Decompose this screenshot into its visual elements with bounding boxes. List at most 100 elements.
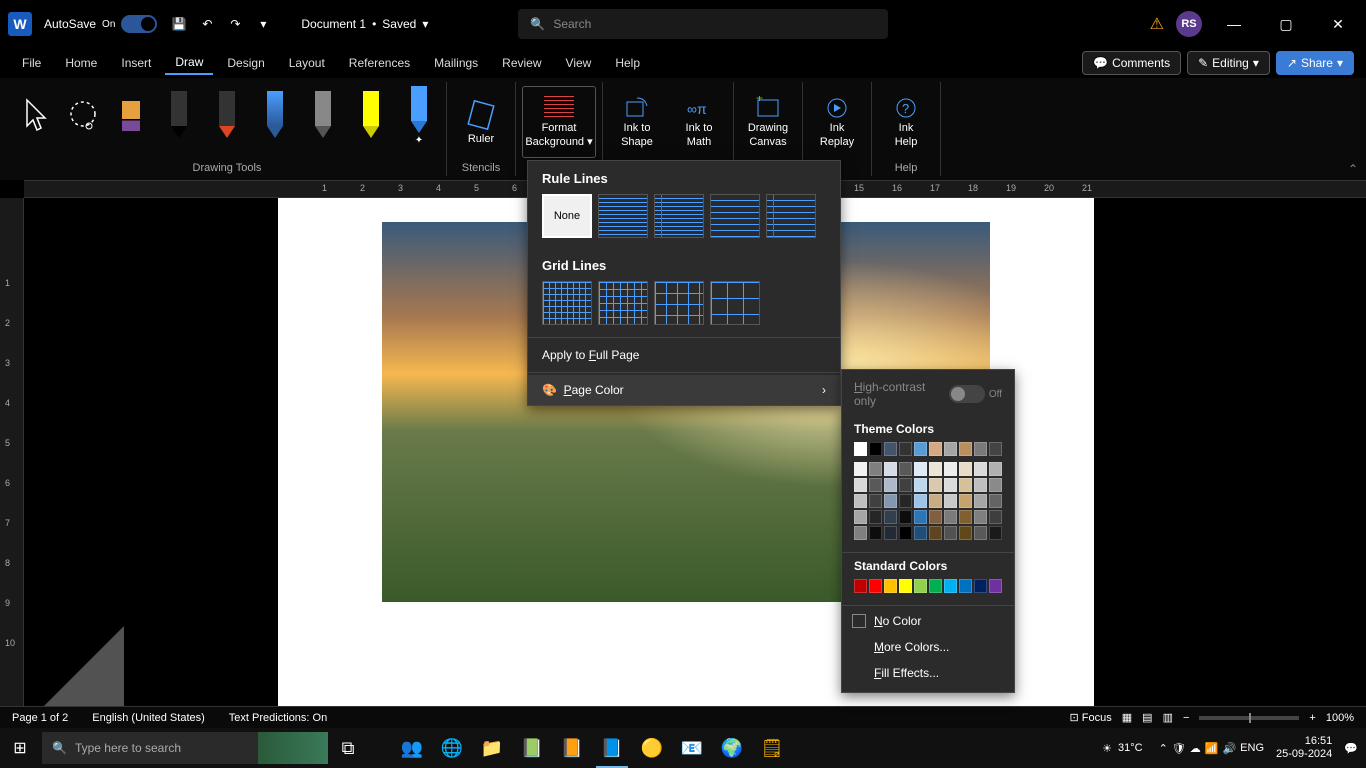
tab-file[interactable]: File [12, 52, 51, 74]
maximize-button[interactable]: ▢ [1266, 9, 1306, 39]
tab-home[interactable]: Home [55, 52, 107, 74]
theme-shade-swatch[interactable] [914, 462, 927, 476]
tab-design[interactable]: Design [217, 52, 274, 74]
task-view-icon[interactable]: ⧉ [328, 728, 368, 768]
standard-color-swatch[interactable] [884, 579, 897, 593]
explorer-icon[interactable]: 📁 [472, 728, 512, 768]
rule-narrow[interactable] [598, 194, 648, 238]
theme-shade-swatch[interactable] [944, 478, 957, 492]
standard-color-swatch[interactable] [929, 579, 942, 593]
theme-color-swatch[interactable] [854, 442, 867, 456]
teams-icon[interactable]: 👥 [392, 728, 432, 768]
theme-color-swatch[interactable] [974, 442, 987, 456]
text-predictions-indicator[interactable]: Text Predictions: On [229, 712, 327, 724]
theme-shade-swatch[interactable] [929, 510, 942, 524]
tray-chevron-icon[interactable]: ⌃ [1159, 742, 1168, 755]
ink-help-button[interactable]: ? Ink Help [878, 86, 934, 158]
taskbar-search[interactable]: 🔍 Type here to search [42, 732, 328, 764]
theme-shade-swatch[interactable] [929, 494, 942, 508]
zoom-out-button[interactable]: − [1183, 712, 1189, 724]
theme-shade-swatch[interactable] [974, 494, 987, 508]
theme-shade-swatch[interactable] [989, 526, 1002, 540]
theme-shade-swatch[interactable] [854, 478, 867, 492]
autosave-switch[interactable] [121, 15, 157, 33]
tab-insert[interactable]: Insert [111, 52, 161, 74]
clock[interactable]: 16:51 25-09-2024 [1276, 735, 1332, 761]
ink-to-math-button[interactable]: ∞π Ink to Math [671, 86, 727, 158]
theme-shade-swatch[interactable] [869, 494, 882, 508]
theme-shade-swatch[interactable] [929, 462, 942, 476]
edge-icon[interactable]: 🌐 [432, 728, 472, 768]
theme-shade-swatch[interactable] [959, 478, 972, 492]
warning-icon[interactable]: ⚠ [1150, 14, 1164, 34]
collapse-ribbon-icon[interactable]: ⌃ [1348, 162, 1358, 176]
outlook-icon[interactable]: 📧 [672, 728, 712, 768]
powerpoint-icon[interactable]: 📙 [552, 728, 592, 768]
theme-shade-swatch[interactable] [944, 510, 957, 524]
standard-color-swatch[interactable] [974, 579, 987, 593]
no-color-item[interactable]: No Color [842, 608, 1014, 634]
pen-action[interactable]: ✦ [398, 86, 440, 146]
theme-shade-swatch[interactable] [914, 510, 927, 524]
rule-wide[interactable] [710, 194, 760, 238]
more-colors-item[interactable]: More Colors... [842, 634, 1014, 660]
eraser-tool[interactable] [110, 86, 152, 146]
print-layout-icon[interactable]: ▤ [1142, 711, 1152, 724]
grid-small[interactable] [542, 281, 592, 325]
tray-security-icon[interactable]: 🛡 [1172, 742, 1186, 755]
theme-shade-swatch[interactable] [869, 462, 882, 476]
theme-shade-swatch[interactable] [959, 526, 972, 540]
theme-shade-swatch[interactable] [974, 510, 987, 524]
ink-to-shape-button[interactable]: Ink to Shape [609, 86, 665, 158]
theme-shade-swatch[interactable] [899, 510, 912, 524]
high-contrast-toggle[interactable] [949, 385, 985, 403]
chevron-down-icon[interactable]: ▾ [422, 17, 428, 31]
theme-shade-swatch[interactable] [854, 526, 867, 540]
theme-shade-swatch[interactable] [854, 462, 867, 476]
theme-color-swatch[interactable] [944, 442, 957, 456]
theme-shade-swatch[interactable] [974, 462, 987, 476]
theme-shade-swatch[interactable] [854, 510, 867, 524]
theme-color-swatch[interactable] [884, 442, 897, 456]
theme-color-swatch[interactable] [989, 442, 1002, 456]
web-layout-icon[interactable]: ▥ [1163, 711, 1173, 724]
page-indicator[interactable]: Page 1 of 2 [12, 712, 68, 724]
theme-shade-swatch[interactable] [914, 478, 927, 492]
close-button[interactable]: ✕ [1318, 9, 1358, 39]
undo-icon[interactable]: ↶ [193, 10, 221, 38]
browser-icon[interactable]: 🌍 [712, 728, 752, 768]
minimize-button[interactable]: — [1214, 9, 1254, 39]
grid-small2[interactable] [598, 281, 648, 325]
tray-language[interactable]: ENG [1240, 742, 1264, 754]
tab-layout[interactable]: Layout [279, 52, 335, 74]
theme-shade-swatch[interactable] [959, 494, 972, 508]
theme-shade-swatch[interactable] [944, 462, 957, 476]
excel-icon[interactable]: 📗 [512, 728, 552, 768]
theme-shade-swatch[interactable] [974, 478, 987, 492]
theme-shade-swatch[interactable] [854, 494, 867, 508]
theme-shade-swatch[interactable] [929, 478, 942, 492]
chrome-icon[interactable]: 🟡 [632, 728, 672, 768]
theme-color-swatch[interactable] [914, 442, 927, 456]
start-button[interactable]: ⊞ [0, 728, 40, 768]
notifications-icon[interactable]: 💬 [1344, 742, 1358, 755]
select-tool[interactable] [14, 86, 56, 146]
ink-replay-button[interactable]: Ink Replay [809, 86, 865, 158]
theme-shade-swatch[interactable] [989, 462, 1002, 476]
theme-shade-swatch[interactable] [989, 478, 1002, 492]
focus-mode-button[interactable]: ⊡ Focus [1070, 711, 1112, 724]
theme-shade-swatch[interactable] [944, 494, 957, 508]
zoom-level[interactable]: 100% [1326, 712, 1354, 724]
theme-shade-swatch[interactable] [959, 462, 972, 476]
theme-shade-swatch[interactable] [944, 526, 957, 540]
editing-mode-button[interactable]: ✎ Editing ▾ [1187, 51, 1270, 75]
weather-widget[interactable]: ☀ 31°C [1102, 742, 1142, 755]
ruler-button[interactable]: Ruler [453, 86, 509, 158]
theme-color-swatch[interactable] [869, 442, 882, 456]
theme-shade-swatch[interactable] [899, 526, 912, 540]
comments-button[interactable]: 💬 Comments [1082, 51, 1181, 75]
theme-shade-swatch[interactable] [884, 510, 897, 524]
tab-mailings[interactable]: Mailings [424, 52, 488, 74]
autosave-toggle[interactable]: AutoSave On [44, 15, 157, 33]
drawing-canvas-button[interactable]: + Drawing Canvas [740, 86, 796, 158]
